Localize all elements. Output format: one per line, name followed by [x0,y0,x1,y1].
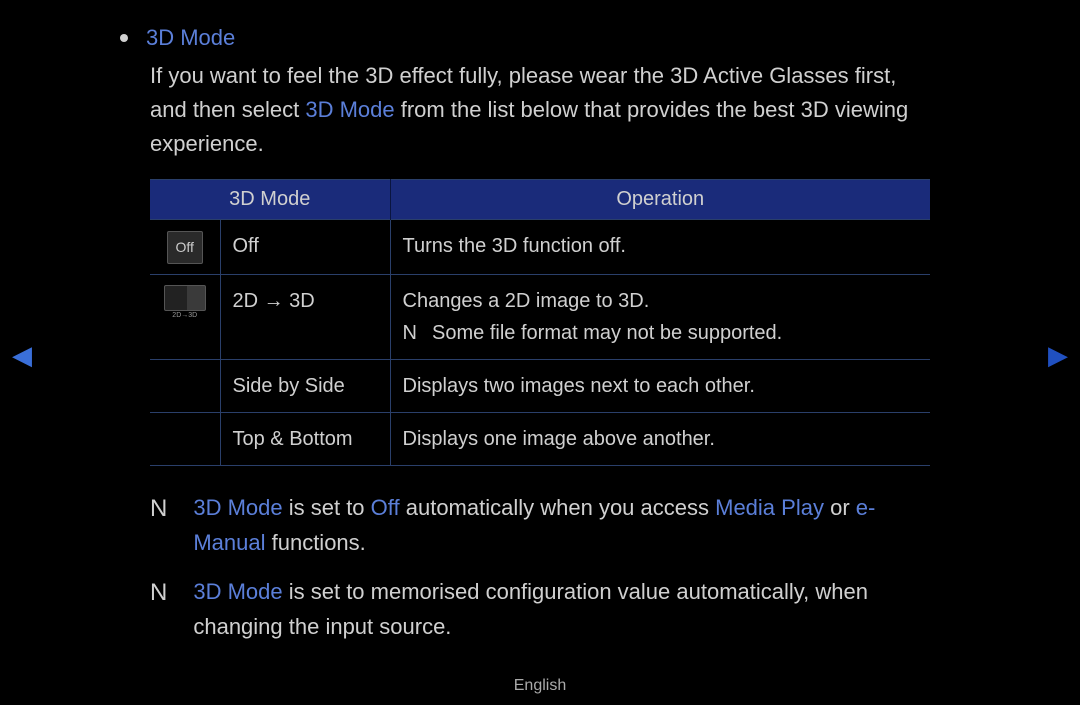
mode-icon-cell [150,274,220,359]
note-segment: functions. [266,530,366,555]
language-footer: English [0,677,1080,695]
table-row: 2D → 3DChanges a 2D image to 3D.N Some f… [150,274,930,359]
mode-icon-cell [150,359,220,412]
mode-name: Side by Side [220,359,390,412]
mode-icon-cell [150,412,220,465]
mode-table: 3D Mode Operation OffOffTurns the 3D fun… [150,179,930,465]
page-title: 3D Mode [146,25,235,51]
table-row: Top & BottomDisplays one image above ano… [150,412,930,465]
2d-to-3d-icon [164,285,206,311]
mode-icon-cell: Off [150,220,220,274]
note-row: N 3D Mode is set to memorised configurati… [150,574,930,644]
operation-text: Displays two images next to each other. [390,359,930,412]
operation-text: Turns the 3D function off. [390,220,930,274]
note-segment: is set to [283,495,371,520]
note-segment: automatically when you access [400,495,716,520]
intro-highlight: 3D Mode [305,97,394,122]
note-segment: or [824,495,856,520]
table-header-mode: 3D Mode [150,180,390,220]
highlight-term: Media Play [715,495,824,520]
highlight-term: Off [371,495,400,520]
note-segment: is set to memorised configuration value … [193,579,868,639]
highlight-term: 3D Mode [193,495,282,520]
note-row: N 3D Mode is set to Off automatically whe… [150,490,930,560]
note-marker: N [150,490,167,560]
notes-section: N 3D Mode is set to Off automatically whe… [150,490,930,645]
bullet-icon [120,34,128,42]
prev-page-arrow[interactable]: ◀ [12,340,32,371]
page-content: 3D Mode If you want to feel the 3D effec… [0,0,1080,644]
operation-text: Changes a 2D image to 3D.N Some file for… [390,274,930,359]
intro-text: If you want to feel the 3D effect fully,… [150,59,930,161]
mode-name: Top & Bottom [220,412,390,465]
off-icon: Off [167,231,203,263]
highlight-term: 3D Mode [193,579,282,604]
note-text: 3D Mode is set to Off automatically when… [193,490,930,560]
mode-name: Off [220,220,390,274]
table-row: Side by SideDisplays two images next to … [150,359,930,412]
note-marker-inline: N [403,317,427,349]
title-row: 3D Mode [120,25,930,51]
note-text: 3D Mode is set to memorised configuratio… [193,574,930,644]
note-marker: N [150,574,167,644]
table-header-operation: Operation [390,180,930,220]
table-row: OffOffTurns the 3D function off. [150,220,930,274]
mode-name: 2D → 3D [220,274,390,359]
next-page-arrow[interactable]: ▶ [1048,340,1068,371]
operation-text: Displays one image above another. [390,412,930,465]
